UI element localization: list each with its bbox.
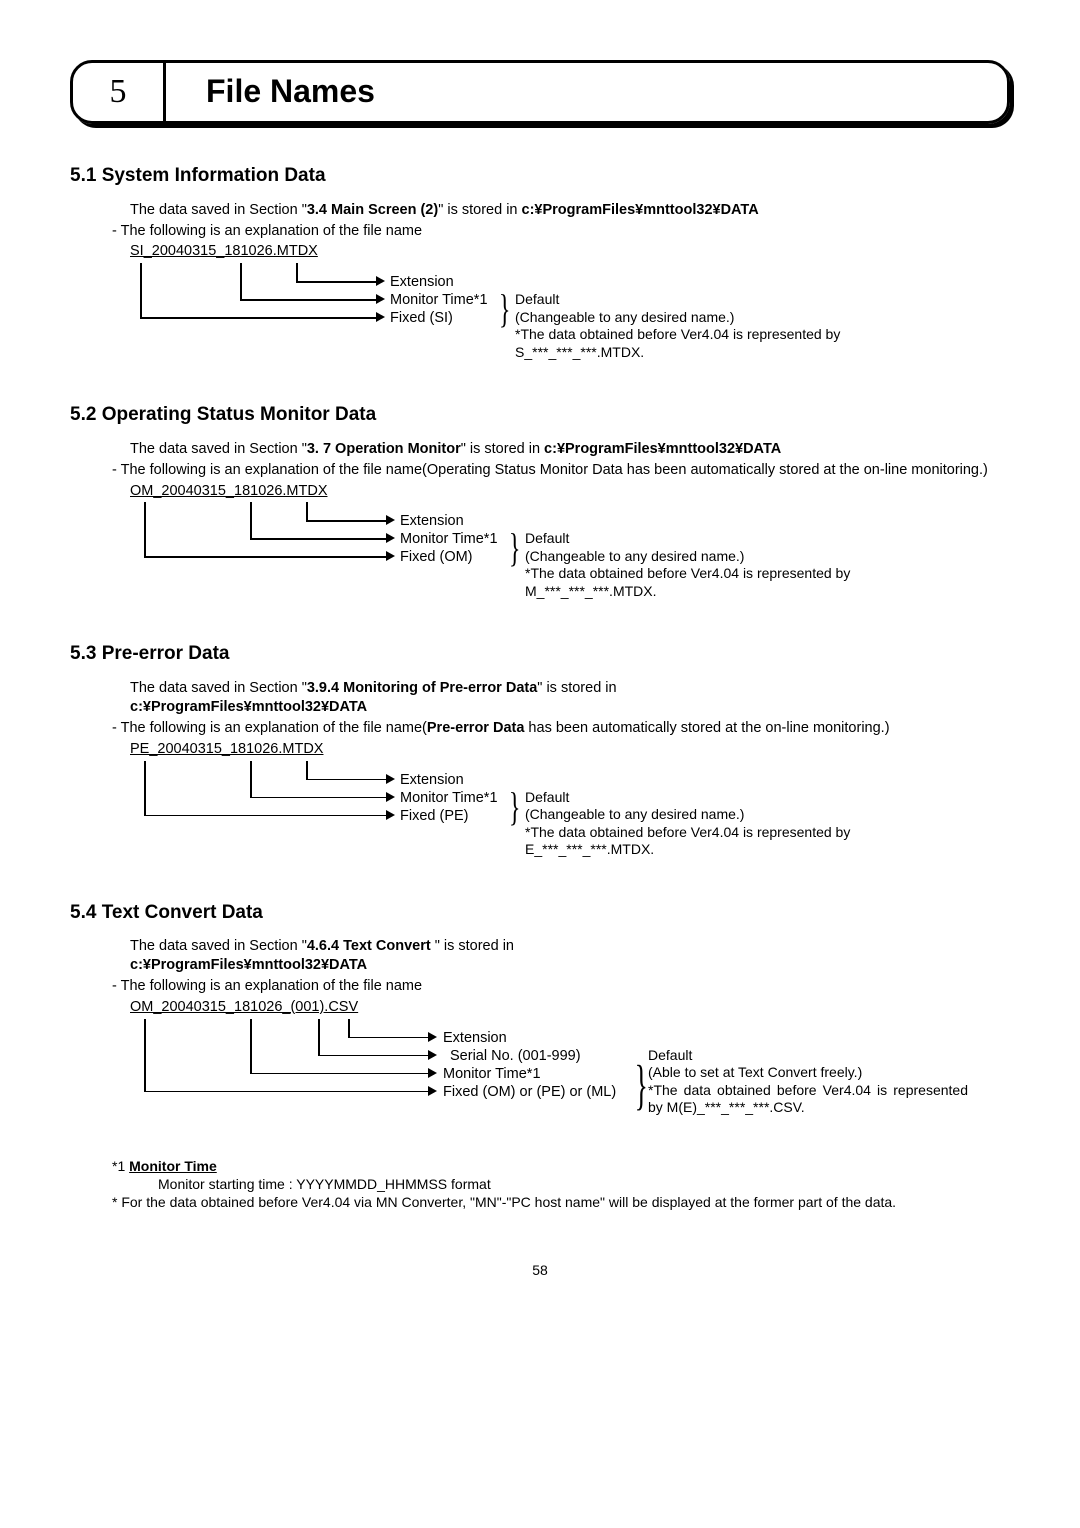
s1-label-time: Monitor Time*1 [390,291,488,310]
chapter-title: File Names [166,63,375,121]
section-5-1-heading: 5.1 System Information Data [70,164,1010,189]
s1-notes: Default (Changeable to any desired name.… [515,291,895,361]
s2-bullet: - The following is an explanation of the… [112,461,1010,480]
s4-label-time: Monitor Time*1 [443,1065,541,1084]
s1-filename: SI_20040315_181026.MTDX [130,242,1010,261]
section-5-4-heading: 5.4 Text Convert Data [70,901,1010,926]
s3-label-extension: Extension [400,771,464,790]
s4-diagram: Extension Serial No. (001-999) Monitor T… [130,1019,1010,1149]
chapter-number: 5 [73,63,166,121]
s2-label-extension: Extension [400,512,464,531]
s3-filename: PE_20040315_181026.MTDX [130,740,1010,759]
s3-notes: Default (Changeable to any desired name.… [525,789,905,859]
s1-bullet: - The following is an explanation of the… [112,222,1010,241]
section-5-3-heading: 5.3 Pre-error Data [70,642,1010,667]
s2-notes: Default (Changeable to any desired name.… [525,530,905,600]
footnotes: *1 Monitor Time Monitor starting time : … [130,1157,1010,1212]
s2-label-fixed: Fixed (OM) [400,548,473,567]
chapter-title-box: 5 File Names [70,60,1010,124]
s1-diagram: Extension Monitor Time*1 Fixed (SI) } De… [130,263,1010,373]
s4-intro: The data saved in Section "4.6.4 Text Co… [130,937,1010,975]
s4-label-extension: Extension [443,1029,507,1048]
s1-label-fixed: Fixed (SI) [390,309,453,328]
s2-label-time: Monitor Time*1 [400,530,498,549]
s4-notes: Default (Able to set at Text Convert fre… [648,1047,968,1117]
s2-filename: OM_20040315_181026.MTDX [130,482,1010,501]
section-5-2-heading: 5.2 Operating Status Monitor Data [70,403,1010,428]
page-number: 58 [70,1261,1010,1279]
s2-diagram: Extension Monitor Time*1 Fixed (OM) } De… [130,502,1010,612]
s3-diagram: Extension Monitor Time*1 Fixed (PE) } De… [130,761,1010,871]
s4-filename: OM_20040315_181026_(001).CSV [130,998,1010,1017]
s4-label-fixed: Fixed (OM) or (PE) or (ML) [443,1083,616,1102]
s3-label-fixed: Fixed (PE) [400,807,469,826]
s3-label-time: Monitor Time*1 [400,789,498,808]
s2-intro: The data saved in Section "3. 7 Operatio… [130,440,1010,459]
s4-bullet: - The following is an explanation of the… [112,977,1010,996]
s3-intro: The data saved in Section "3.9.4 Monitor… [130,679,1010,717]
s1-label-extension: Extension [390,273,454,292]
s3-bullet: - The following is an explanation of the… [112,719,1010,738]
s1-intro: The data saved in Section "3.4 Main Scre… [130,201,1010,220]
s4-label-serial: Serial No. (001-999) [450,1047,581,1066]
